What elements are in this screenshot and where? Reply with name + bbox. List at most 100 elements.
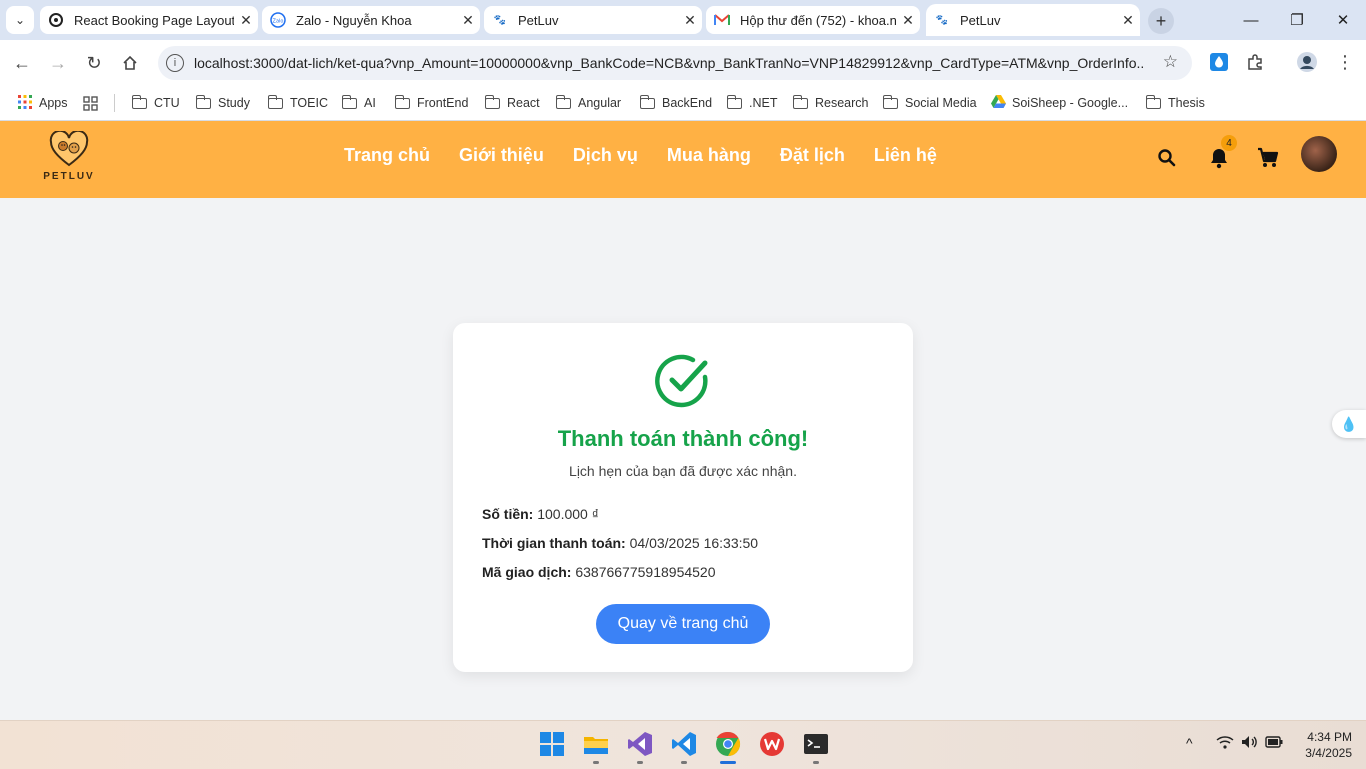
transaction-id-value: 638766775918954520 xyxy=(575,564,716,580)
close-icon[interactable]: ✕ xyxy=(678,12,702,29)
volume-icon[interactable] xyxy=(1241,735,1259,752)
forward-icon[interactable]: → xyxy=(44,49,72,77)
chrome-icon[interactable] xyxy=(715,731,741,757)
bookmark-label: BackEnd xyxy=(662,96,713,110)
bookmark-folder-toeic[interactable]: TOEIC xyxy=(267,93,328,113)
folder-icon xyxy=(394,94,410,109)
address-bar[interactable]: i localhost:3000/dat-lich/ket-qua?vnp_Am… xyxy=(158,46,1192,80)
vscode-icon[interactable] xyxy=(671,731,697,757)
bookmark-label: .NET xyxy=(749,96,778,110)
bookmark-folder-backend[interactable]: BackEnd xyxy=(639,93,713,113)
new-tab-button[interactable]: + xyxy=(1148,8,1174,34)
site-info-icon[interactable]: i xyxy=(166,54,184,72)
window-close-icon[interactable]: ✕ xyxy=(1320,6,1366,34)
show-hidden-icons-chevron-icon[interactable]: ^ xyxy=(1186,735,1193,751)
svg-text:Zalo: Zalo xyxy=(273,19,284,25)
running-indicator xyxy=(637,761,643,764)
home-icon[interactable] xyxy=(116,49,144,77)
nav-services[interactable]: Dịch vụ xyxy=(573,145,638,166)
nav-home[interactable]: Trang chủ xyxy=(344,145,430,166)
bookmark-star-icon[interactable]: ☆ xyxy=(1163,52,1178,72)
bookmark-folder-dotnet[interactable]: .NET xyxy=(726,93,778,113)
folder-icon xyxy=(555,94,571,109)
floating-extension-sparkle-icon[interactable]: 💧 xyxy=(1332,410,1366,438)
folder-icon xyxy=(267,94,283,109)
gmail-icon xyxy=(714,12,730,28)
battery-icon[interactable] xyxy=(1265,735,1283,751)
tab-react-booking[interactable]: React Booking Page Layout ✕ xyxy=(40,6,258,34)
bookmark-folder-social-media[interactable]: Social Media xyxy=(882,93,977,113)
user-avatar[interactable] xyxy=(1301,136,1337,172)
cart-icon[interactable] xyxy=(1254,144,1282,172)
petluv-heart-logo-icon xyxy=(49,129,89,167)
close-icon[interactable]: ✕ xyxy=(234,12,258,29)
petluv-icon: 🐾 xyxy=(935,14,949,26)
restore-icon[interactable]: ❐ xyxy=(1274,6,1320,34)
menu-kebab-icon[interactable]: ⋮ xyxy=(1334,51,1356,73)
tab-label: PetLuv xyxy=(518,12,559,28)
bookmark-soisheep[interactable]: SoiSheep - Google... xyxy=(991,93,1128,113)
bookmark-folder-frontend[interactable]: FrontEnd xyxy=(394,93,468,113)
tab-petluv[interactable]: 🐾 PetLuv ✕ xyxy=(484,6,702,34)
nav-contact[interactable]: Liên hệ xyxy=(874,145,937,166)
folder-icon xyxy=(341,94,357,109)
bookmark-folder-study[interactable]: Study xyxy=(195,93,250,113)
zalo-icon: Zalo xyxy=(270,12,286,28)
bookmark-label: Social Media xyxy=(905,96,977,110)
bookmark-folder-ai[interactable]: AI xyxy=(341,93,376,113)
tab-search-button[interactable]: ⌄ xyxy=(6,6,34,34)
extensions-puzzle-icon[interactable] xyxy=(1244,51,1266,73)
nav-booking[interactable]: Đặt lịch xyxy=(780,145,845,166)
petluv-icon: 🐾 xyxy=(493,14,507,26)
apps-grid-icon xyxy=(18,94,32,112)
extension-droplet-icon[interactable] xyxy=(1208,51,1230,73)
close-icon[interactable]: ✕ xyxy=(1116,12,1140,29)
terminal-icon[interactable] xyxy=(803,731,829,757)
payment-time-value: 04/03/2025 16:33:50 xyxy=(629,535,759,551)
file-explorer-icon[interactable] xyxy=(583,731,609,757)
bookmark-label: Study xyxy=(218,96,250,110)
bookmark-label: Angular xyxy=(578,96,622,110)
main-nav: Trang chủ Giới thiệu Dịch vụ Mua hàng Đặ… xyxy=(344,145,966,166)
nav-shop[interactable]: Mua hàng xyxy=(667,145,751,166)
bookmark-folder-react[interactable]: React xyxy=(484,93,540,113)
search-icon[interactable] xyxy=(1153,144,1181,172)
minimize-icon[interactable]: — xyxy=(1228,6,1274,34)
running-indicator xyxy=(813,761,819,764)
bookmark-label: CTU xyxy=(154,96,180,110)
bookmark-apps[interactable]: Apps xyxy=(18,93,68,113)
windows-start-icon[interactable] xyxy=(539,731,565,757)
wps-office-icon[interactable] xyxy=(759,731,785,757)
result-title: Thanh toán thành công! xyxy=(557,426,809,451)
logo-text: PETLUV xyxy=(43,171,95,182)
transaction-id-label: Mã giao dịch: xyxy=(482,564,572,580)
close-icon[interactable]: ✕ xyxy=(896,12,920,29)
petluv-logo[interactable]: PETLUV xyxy=(40,129,98,191)
tab-groups-icon[interactable] xyxy=(83,93,98,113)
bookmark-folder-angular[interactable]: Angular xyxy=(555,93,622,113)
back-icon[interactable]: ← xyxy=(8,49,36,77)
url-text[interactable]: localhost:3000/dat-lich/ket-qua?vnp_Amou… xyxy=(194,55,1144,71)
bookmark-folder-ctu[interactable]: CTU xyxy=(131,93,180,113)
bookmark-folder-thesis[interactable]: Thesis xyxy=(1145,93,1205,113)
folder-icon xyxy=(195,94,211,109)
visual-studio-icon[interactable] xyxy=(627,731,653,757)
reload-icon[interactable]: ↻ xyxy=(80,49,108,77)
bookmark-folder-research[interactable]: Research xyxy=(792,93,869,113)
tab-petluv-active[interactable]: 🐾 PetLuv ✕ xyxy=(926,4,1140,36)
folder-icon xyxy=(792,94,808,109)
folder-icon xyxy=(1145,94,1161,109)
close-icon[interactable]: ✕ xyxy=(456,12,480,29)
tab-gmail[interactable]: Hộp thư đến (752) - khoa.np ✕ xyxy=(706,6,920,34)
bookmark-label: SoiSheep - Google... xyxy=(1012,96,1129,110)
wifi-icon[interactable] xyxy=(1216,735,1234,752)
back-to-home-button[interactable]: Quay về trang chủ xyxy=(596,604,770,644)
profile-avatar[interactable] xyxy=(1296,51,1318,73)
bookmark-label: Research xyxy=(815,96,869,110)
browser-tab-strip: ⌄ React Booking Page Layout ✕ Zalo Zalo … xyxy=(0,0,1366,40)
nav-about[interactable]: Giới thiệu xyxy=(459,145,544,166)
folder-icon xyxy=(131,94,147,109)
system-clock[interactable]: 4:34 PM 3/4/2025 xyxy=(1296,729,1352,761)
tab-zalo[interactable]: Zalo Zalo - Nguyễn Khoa ✕ xyxy=(262,6,480,34)
transaction-id-row: Mã giao dịch: 638766775918954520 xyxy=(482,564,716,580)
